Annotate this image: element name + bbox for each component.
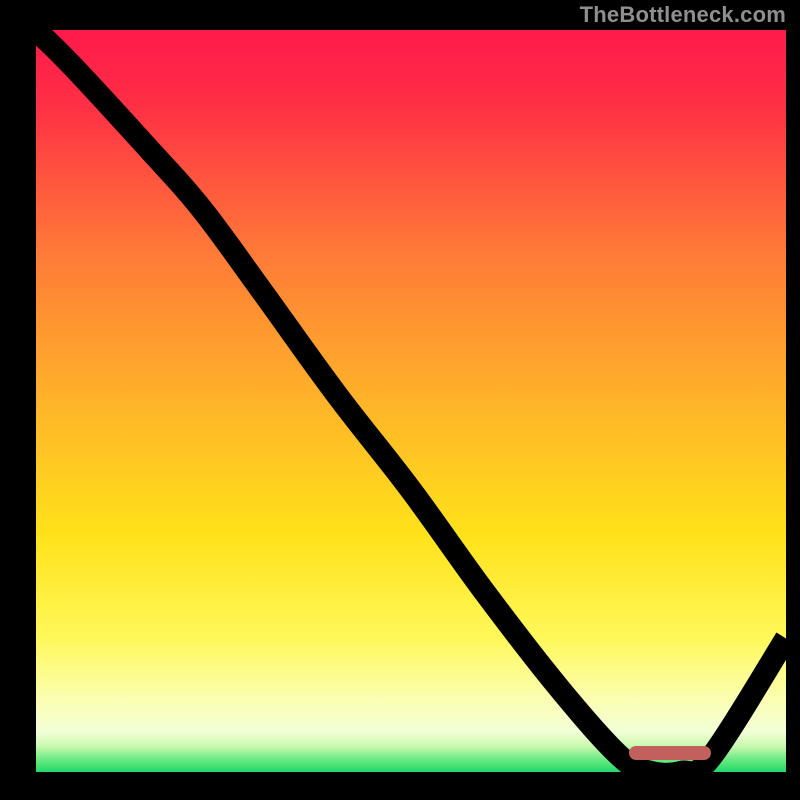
watermark-text: TheBottleneck.com	[580, 2, 786, 28]
bottleneck-curve	[36, 30, 786, 772]
plot-area	[36, 30, 786, 772]
optimal-range-marker	[629, 746, 712, 760]
chart-frame: TheBottleneck.com	[0, 0, 800, 800]
